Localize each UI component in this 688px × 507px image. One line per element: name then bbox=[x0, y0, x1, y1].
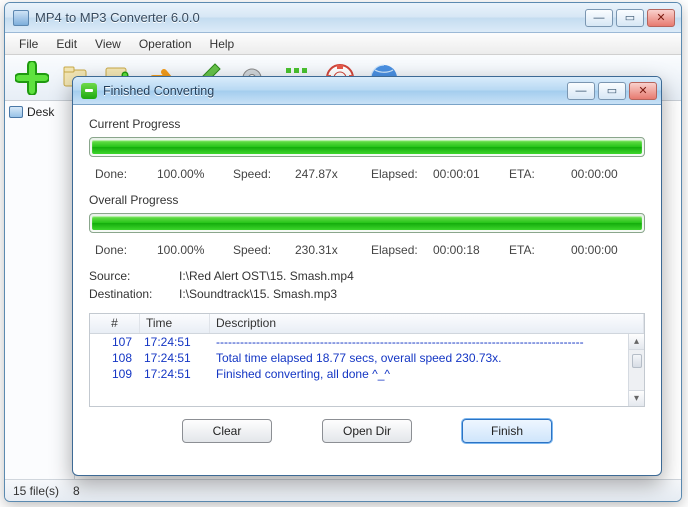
eta-label: ETA: bbox=[509, 167, 561, 181]
desktop-icon bbox=[9, 106, 23, 118]
log-row-desc: Total time elapsed 18.77 secs, overall s… bbox=[210, 351, 644, 365]
finish-button[interactable]: Finish bbox=[462, 419, 552, 443]
overall-progress-heading: Overall Progress bbox=[89, 193, 645, 207]
eta-value: 00:00:00 bbox=[571, 243, 618, 257]
elapsed-value: 00:00:01 bbox=[433, 167, 480, 181]
log-row-time: 17:24:51 bbox=[140, 335, 210, 349]
elapsed-label: Elapsed: bbox=[371, 243, 423, 257]
speed-label: Speed: bbox=[233, 167, 285, 181]
log-row-time: 17:24:51 bbox=[140, 367, 210, 381]
menu-view[interactable]: View bbox=[87, 35, 129, 53]
menu-operation[interactable]: Operation bbox=[131, 35, 200, 53]
main-min-button[interactable]: — bbox=[585, 9, 613, 27]
done-value: 100.00% bbox=[157, 243, 204, 257]
source-row: Source: I:\Red Alert OST\15. Smash.mp4 bbox=[89, 267, 645, 285]
status-extra: 8 bbox=[73, 484, 80, 498]
dialog-min-button[interactable]: — bbox=[567, 82, 595, 100]
menu-file[interactable]: File bbox=[11, 35, 46, 53]
clear-button[interactable]: Clear bbox=[182, 419, 272, 443]
log-row-desc: Finished converting, all done ^_^ bbox=[210, 367, 644, 381]
sidebar-item-desktop[interactable]: Desk bbox=[9, 105, 70, 119]
speed-value: 247.87x bbox=[295, 167, 338, 181]
destination-row: Destination: I:\Soundtrack\15. Smash.mp3 bbox=[89, 285, 645, 303]
log-row-time: 17:24:51 bbox=[140, 351, 210, 365]
scroll-thumb[interactable] bbox=[632, 354, 642, 368]
done-label: Done: bbox=[95, 243, 147, 257]
speed-value: 230.31x bbox=[295, 243, 338, 257]
elapsed-label: Elapsed: bbox=[371, 167, 423, 181]
app-icon bbox=[13, 10, 29, 26]
overall-progress-bar bbox=[89, 213, 645, 233]
log-col-num[interactable]: # bbox=[90, 314, 140, 333]
main-titlebar[interactable]: MP4 to MP3 Converter 6.0.0 — ▭ ✕ bbox=[5, 3, 681, 33]
open-dir-button[interactable]: Open Dir bbox=[322, 419, 412, 443]
sidebar: Desk bbox=[5, 101, 75, 479]
menu-help[interactable]: Help bbox=[202, 35, 243, 53]
current-progress-stats: Done: 100.00% Speed: 247.87x Elapsed: 00:00… bbox=[89, 165, 645, 191]
finished-dialog: Finished Converting — ▭ ✕ Current Progre… bbox=[72, 76, 662, 476]
log-row-num: 108 bbox=[90, 351, 140, 365]
main-title: MP4 to MP3 Converter 6.0.0 bbox=[35, 10, 579, 25]
menu-edit[interactable]: Edit bbox=[48, 35, 85, 53]
current-progress-heading: Current Progress bbox=[89, 117, 645, 131]
log-row-num: 109 bbox=[90, 367, 140, 381]
dialog-button-row: Clear Open Dir Finish bbox=[89, 407, 645, 449]
source-label: Source: bbox=[89, 269, 161, 283]
sidebar-item-label: Desk bbox=[27, 105, 54, 119]
destination-value: I:\Soundtrack\15. Smash.mp3 bbox=[179, 287, 337, 301]
elapsed-value: 00:00:18 bbox=[433, 243, 480, 257]
log-panel: # Time Description 107 17:24:51 --------… bbox=[89, 313, 645, 407]
dialog-max-button[interactable]: ▭ bbox=[598, 82, 626, 100]
log-row[interactable]: 107 17:24:51 ---------------------------… bbox=[90, 334, 644, 350]
dialog-title: Finished Converting bbox=[103, 84, 561, 98]
overall-progress-stats: Done: 100.00% Speed: 230.31x Elapsed: 00:00… bbox=[89, 241, 645, 267]
dialog-close-button[interactable]: ✕ bbox=[629, 82, 657, 100]
log-col-desc[interactable]: Description bbox=[210, 314, 644, 333]
main-max-button[interactable]: ▭ bbox=[616, 9, 644, 27]
log-row[interactable]: 108 17:24:51 Total time elapsed 18.77 se… bbox=[90, 350, 644, 366]
log-row[interactable]: 109 17:24:51 Finished converting, all do… bbox=[90, 366, 644, 382]
dialog-app-icon bbox=[81, 83, 97, 99]
overall-progress-fill bbox=[92, 216, 642, 230]
log-row-desc: ----------------------------------------… bbox=[210, 335, 644, 349]
add-file-icon[interactable] bbox=[13, 59, 51, 97]
log-rows: 107 17:24:51 ---------------------------… bbox=[90, 334, 644, 406]
log-header: # Time Description bbox=[90, 314, 644, 334]
menubar: File Edit View Operation Help bbox=[5, 33, 681, 55]
dialog-titlebar[interactable]: Finished Converting — ▭ ✕ bbox=[73, 77, 661, 105]
eta-value: 00:00:00 bbox=[571, 167, 618, 181]
done-label: Done: bbox=[95, 167, 147, 181]
done-value: 100.00% bbox=[157, 167, 204, 181]
statusbar: 15 file(s) 8 bbox=[5, 479, 681, 501]
current-progress-bar bbox=[89, 137, 645, 157]
log-col-time[interactable]: Time bbox=[140, 314, 210, 333]
main-close-button[interactable]: ✕ bbox=[647, 9, 675, 27]
source-value: I:\Red Alert OST\15. Smash.mp4 bbox=[179, 269, 354, 283]
status-file-count: 15 file(s) bbox=[13, 484, 59, 498]
log-row-num: 107 bbox=[90, 335, 140, 349]
log-scrollbar[interactable]: ▴ ▾ bbox=[628, 334, 644, 406]
speed-label: Speed: bbox=[233, 243, 285, 257]
scroll-up-icon[interactable]: ▴ bbox=[629, 334, 644, 350]
current-progress-fill bbox=[92, 140, 642, 154]
scroll-down-icon[interactable]: ▾ bbox=[629, 390, 644, 406]
destination-label: Destination: bbox=[89, 287, 161, 301]
eta-label: ETA: bbox=[509, 243, 561, 257]
